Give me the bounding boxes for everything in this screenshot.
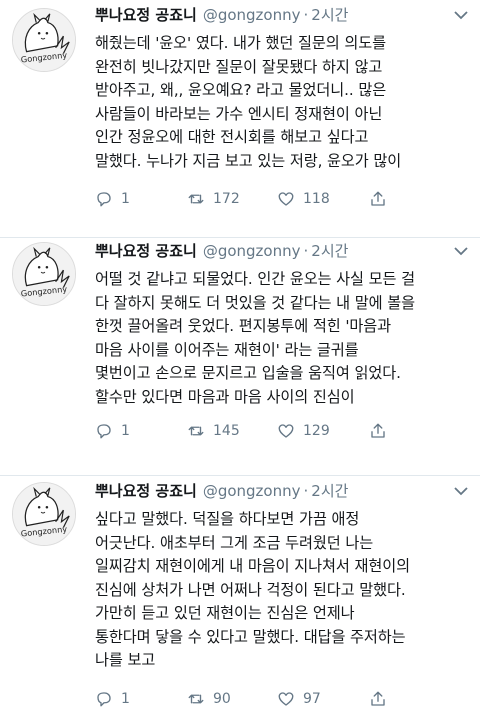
tweet-time[interactable]: 2시간 bbox=[311, 240, 348, 261]
chevron-down-icon[interactable] bbox=[454, 10, 468, 20]
tweet-header: 뿌나요정 공죠니 @gongzonny · 2시간 bbox=[95, 480, 470, 506]
avatar[interactable]: Gongzonny bbox=[12, 482, 76, 546]
tweet-header: 뿌나요정 공죠니 @gongzonny · 2시간 bbox=[95, 4, 470, 30]
tweet-text: 해줬는데 '윤오' 였다. 내가 했던 질문의 의도를 완전히 빗나갔지만 질문… bbox=[95, 34, 402, 170]
share-button[interactable] bbox=[369, 190, 387, 208]
timeline: Gongzonny 뿌나요정 공죠니 @gongzonny · 2시간 해줬는데… bbox=[0, 0, 480, 716]
tweet-actions: 1 145 129 bbox=[95, 420, 470, 442]
share-button[interactable] bbox=[369, 422, 387, 440]
reply-icon bbox=[97, 424, 111, 439]
author-handle[interactable]: @gongzonny bbox=[203, 6, 301, 24]
share-icon bbox=[371, 423, 385, 438]
heart-icon bbox=[278, 424, 294, 438]
author-name[interactable]: 뿌나요정 공죠니 bbox=[95, 480, 197, 501]
tweet-content: 뿌나요정 공죠니 @gongzonny · 2시간 어떨 것 같냐고 되물었다.… bbox=[95, 240, 470, 409]
share-icon bbox=[371, 691, 385, 706]
reply-button[interactable]: 1 bbox=[95, 422, 187, 440]
retweet-button[interactable]: 145 bbox=[187, 422, 277, 440]
reply-icon bbox=[97, 692, 111, 707]
reply-count: 1 bbox=[121, 423, 130, 439]
chevron-down-icon[interactable] bbox=[454, 246, 468, 256]
retweet-icon bbox=[188, 694, 204, 704]
reply-count: 1 bbox=[121, 691, 130, 707]
reply-icon bbox=[97, 192, 111, 207]
tweet-actions: 1 90 97 bbox=[95, 688, 470, 710]
tweet-text: 어떨 것 같냐고 되물었다. 인간 윤오는 사실 모든 걸 다 잘하지 못해도 … bbox=[95, 270, 415, 406]
reply-count: 1 bbox=[121, 191, 130, 207]
like-count: 129 bbox=[303, 423, 330, 439]
tweet-header: 뿌나요정 공죠니 @gongzonny · 2시간 bbox=[95, 240, 470, 266]
tweet-time[interactable]: 2시간 bbox=[311, 4, 348, 25]
chevron-down-icon[interactable] bbox=[454, 486, 468, 496]
reply-button[interactable]: 1 bbox=[95, 190, 187, 208]
tweet-actions: 1 172 118 bbox=[95, 188, 470, 210]
tweet-content: 뿌나요정 공죠니 @gongzonny · 2시간 해줬는데 '윤오' 였다. … bbox=[95, 4, 470, 173]
like-button[interactable]: 129 bbox=[277, 422, 369, 440]
reply-button[interactable]: 1 bbox=[95, 690, 187, 708]
retweet-count: 90 bbox=[213, 691, 231, 707]
separator-dot: · bbox=[303, 6, 309, 24]
retweet-button[interactable]: 172 bbox=[187, 190, 277, 208]
heart-icon bbox=[278, 192, 294, 206]
retweet-count: 145 bbox=[213, 423, 240, 439]
like-button[interactable]: 97 bbox=[277, 690, 369, 708]
like-button[interactable]: 118 bbox=[277, 190, 369, 208]
retweet-count: 172 bbox=[213, 191, 240, 207]
retweet-button[interactable]: 90 bbox=[187, 690, 277, 708]
author-handle[interactable]: @gongzonny bbox=[203, 482, 301, 500]
retweet-icon bbox=[188, 426, 204, 436]
author-name[interactable]: 뿌나요정 공죠니 bbox=[95, 4, 197, 25]
tweet-content: 뿌나요정 공죠니 @gongzonny · 2시간 싶다고 말했다. 덕질을 하… bbox=[95, 480, 470, 673]
share-button[interactable] bbox=[369, 690, 387, 708]
tweet: Gongzonny 뿌나요정 공죠니 @gongzonny · 2시간 싶다고 … bbox=[0, 476, 480, 716]
tweet-time[interactable]: 2시간 bbox=[311, 480, 348, 501]
retweet-icon bbox=[188, 194, 204, 204]
separator-dot: · bbox=[303, 482, 309, 500]
heart-icon bbox=[278, 692, 294, 706]
like-count: 97 bbox=[303, 691, 321, 707]
author-name[interactable]: 뿌나요정 공죠니 bbox=[95, 240, 197, 261]
avatar[interactable]: Gongzonny bbox=[12, 8, 76, 72]
tweet: Gongzonny 뿌나요정 공죠니 @gongzonny · 2시간 어떨 것… bbox=[0, 238, 480, 476]
share-icon bbox=[371, 191, 385, 206]
avatar[interactable]: Gongzonny bbox=[12, 242, 76, 306]
tweet: Gongzonny 뿌나요정 공죠니 @gongzonny · 2시간 해줬는데… bbox=[0, 0, 480, 238]
author-handle[interactable]: @gongzonny bbox=[203, 242, 301, 260]
separator-dot: · bbox=[303, 242, 309, 260]
like-count: 118 bbox=[303, 191, 330, 207]
tweet-text: 싶다고 말했다. 덕질을 하다보면 가끔 애정 어긋난다. 애초부터 그게 조금… bbox=[95, 510, 410, 669]
